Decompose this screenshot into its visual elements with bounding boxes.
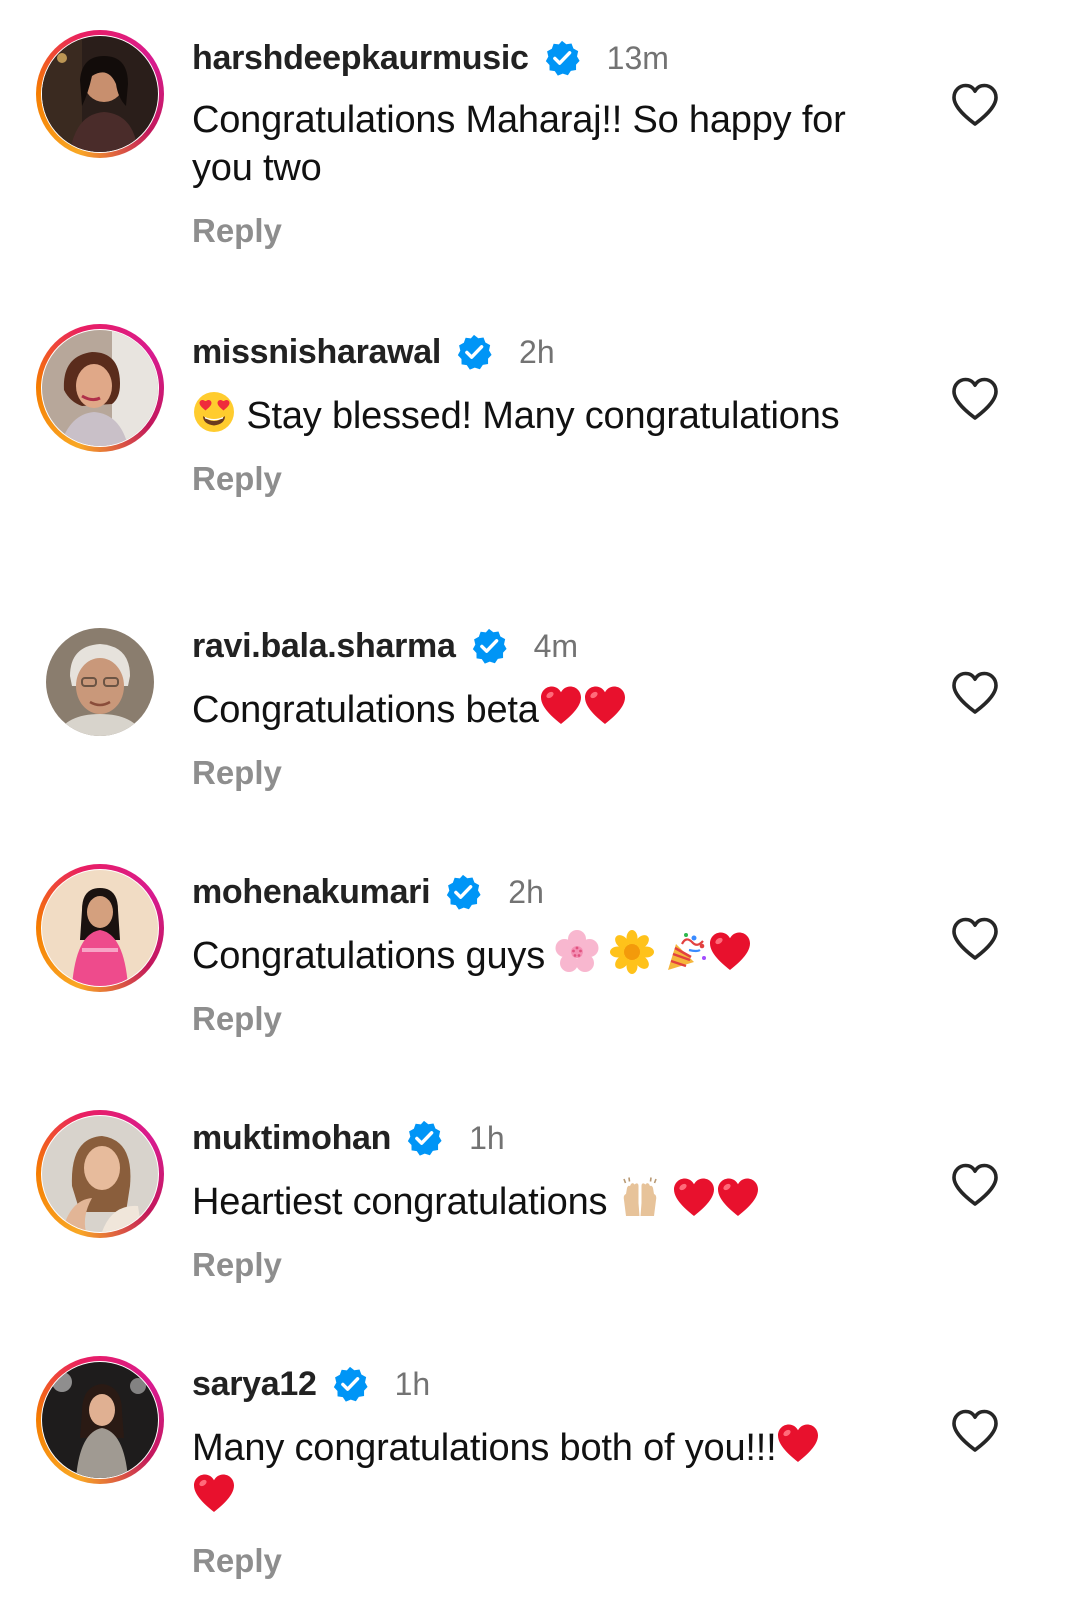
like-button[interactable] bbox=[950, 376, 1000, 422]
reply-button[interactable]: Reply bbox=[192, 460, 282, 498]
like-button[interactable] bbox=[950, 82, 1000, 128]
verified-badge-icon bbox=[444, 873, 482, 911]
profile-photo bbox=[42, 36, 158, 152]
profile-photo bbox=[46, 628, 154, 736]
like-button[interactable] bbox=[950, 916, 1000, 962]
red-heart-emoji-icon bbox=[708, 930, 752, 974]
comment-text: Congratulations Maharaj!! So happy for y… bbox=[192, 96, 892, 192]
reply-button[interactable]: Reply bbox=[192, 1000, 282, 1038]
timestamp: 13m bbox=[606, 39, 669, 76]
avatar[interactable] bbox=[36, 1110, 164, 1238]
profile-photo bbox=[42, 1362, 158, 1478]
red-heart-emoji-icon bbox=[539, 684, 583, 728]
avatar[interactable] bbox=[36, 30, 164, 158]
verified-badge-icon bbox=[405, 1119, 443, 1157]
timestamp: 2h bbox=[508, 873, 544, 910]
avatar[interactable] bbox=[46, 628, 154, 736]
heart-outline-icon bbox=[950, 1408, 1000, 1454]
timestamp: 1h bbox=[469, 1119, 505, 1156]
cherry-blossom-emoji-icon bbox=[555, 930, 599, 974]
red-heart-emoji-icon bbox=[583, 684, 627, 728]
red-heart-emoji-icon bbox=[192, 1472, 236, 1516]
like-button[interactable] bbox=[950, 1408, 1000, 1454]
username[interactable]: muktimohan bbox=[192, 1119, 391, 1158]
profile-photo bbox=[42, 1116, 158, 1232]
profile-photo bbox=[42, 330, 158, 446]
profile-photo bbox=[42, 870, 158, 986]
username[interactable]: ravi.bala.sharma bbox=[192, 627, 456, 666]
comment-text: Many congratulations both of you!!! bbox=[192, 1422, 892, 1522]
avatar[interactable] bbox=[36, 1356, 164, 1484]
comment-text-body: Congratulations beta bbox=[192, 689, 539, 731]
comment-text-body: Congratulations guys bbox=[192, 935, 556, 977]
comment-text: Stay blessed! Many congratulations bbox=[192, 390, 892, 440]
comment-text-body: Stay blessed! Many congratulations bbox=[246, 395, 840, 437]
comment-text: Congratulations beta bbox=[192, 684, 892, 734]
comment-text: Heartiest congratulations bbox=[192, 1176, 892, 1226]
reply-button[interactable]: Reply bbox=[192, 1246, 282, 1284]
heart-outline-icon bbox=[950, 82, 1000, 128]
username[interactable]: harshdeepkaurmusic bbox=[192, 39, 529, 78]
reply-button[interactable]: Reply bbox=[192, 1542, 282, 1580]
verified-badge-icon bbox=[470, 627, 508, 665]
heart-outline-icon bbox=[950, 1162, 1000, 1208]
username[interactable]: sarya12 bbox=[192, 1365, 317, 1404]
red-heart-emoji-icon bbox=[776, 1422, 820, 1466]
timestamp: 2h bbox=[519, 333, 555, 370]
heart-outline-icon bbox=[950, 670, 1000, 716]
comment-text-body: Congratulations Maharaj!! So happy for y… bbox=[192, 99, 846, 189]
heart-outline-icon bbox=[950, 916, 1000, 962]
comment-text-body: Many congratulations both of you!!! bbox=[192, 1427, 777, 1469]
reply-button[interactable]: Reply bbox=[192, 212, 282, 250]
raising-hands-emoji-icon bbox=[618, 1176, 662, 1220]
verified-badge-icon bbox=[331, 1365, 369, 1403]
verified-badge-icon bbox=[455, 333, 493, 371]
timestamp: 4m bbox=[533, 627, 579, 664]
red-heart-emoji-icon bbox=[716, 1176, 760, 1220]
comment-text: Congratulations guys bbox=[192, 930, 892, 980]
username[interactable]: missnisharawal bbox=[192, 333, 441, 372]
red-heart-emoji-icon bbox=[672, 1176, 716, 1220]
like-button[interactable] bbox=[950, 1162, 1000, 1208]
avatar[interactable] bbox=[36, 324, 164, 452]
blossom-emoji-icon bbox=[610, 930, 654, 974]
username[interactable]: mohenakumari bbox=[192, 873, 431, 912]
like-button[interactable] bbox=[950, 670, 1000, 716]
heart-outline-icon bbox=[950, 376, 1000, 422]
party-popper-emoji-icon bbox=[664, 930, 708, 974]
heart-eyes-emoji-icon bbox=[192, 390, 236, 434]
comment-text-body: Heartiest congratulations bbox=[192, 1181, 618, 1223]
reply-button[interactable]: Reply bbox=[192, 754, 282, 792]
verified-badge-icon bbox=[543, 39, 581, 77]
timestamp: 1h bbox=[394, 1365, 431, 1402]
avatar[interactable] bbox=[36, 864, 164, 992]
